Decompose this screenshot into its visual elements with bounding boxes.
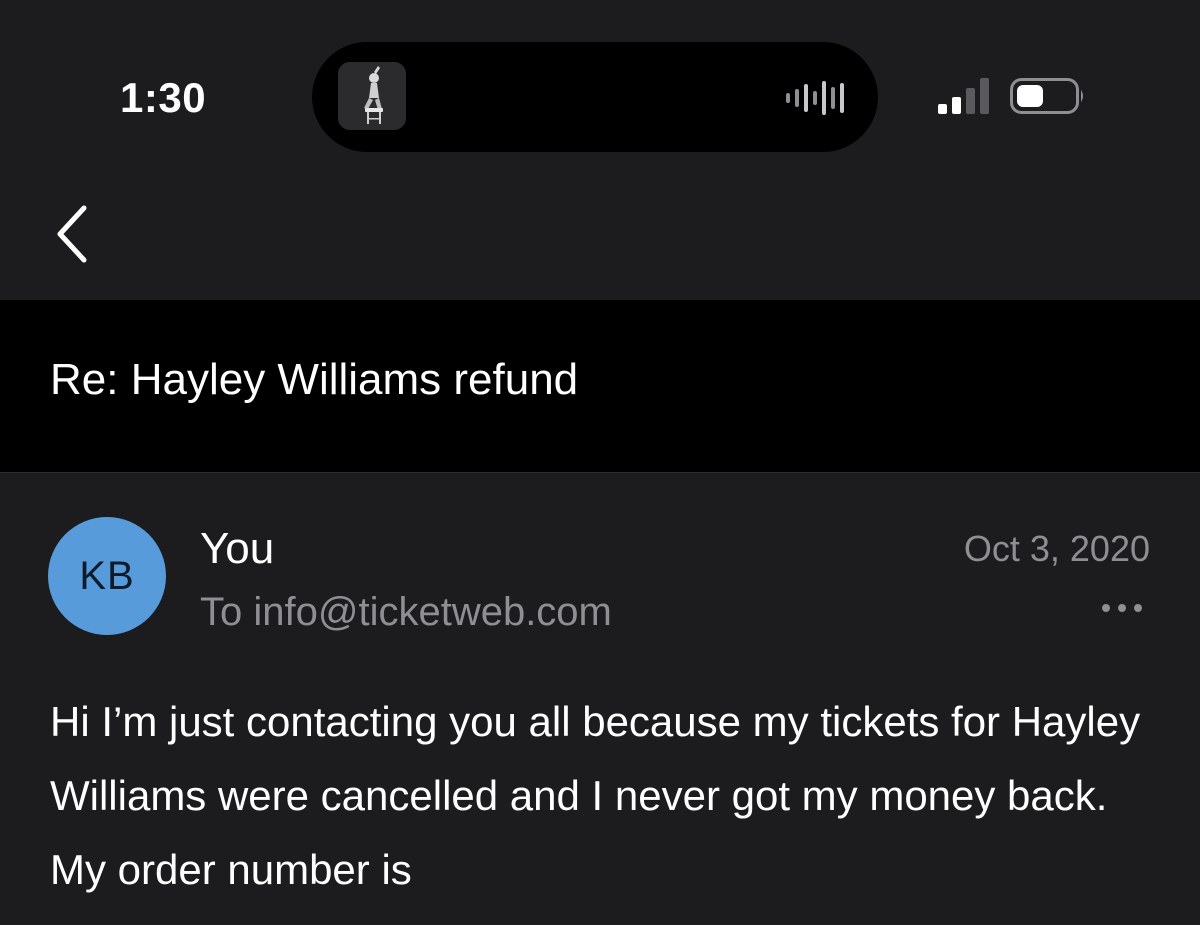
dynamic-island[interactable] <box>312 42 878 152</box>
status-bar: 1:30 <box>0 0 1200 180</box>
more-options-button[interactable] <box>1098 593 1146 623</box>
email-body: Hi I’m just contacting you all because m… <box>50 698 1141 893</box>
waveform-icon <box>786 81 844 115</box>
avatar[interactable]: KB <box>48 517 166 635</box>
album-art-icon[interactable] <box>338 62 406 130</box>
message-date: Oct 3, 2020 <box>963 528 1150 569</box>
chevron-left-icon <box>57 205 87 263</box>
email-subject: Re: Hayley Williams refund <box>50 355 579 404</box>
battery-icon <box>1010 78 1083 114</box>
recipient-line[interactable]: To info@ticketweb.com <box>200 587 612 637</box>
email-screen: 1:30 Re: Hayley Williams refund KB You T… <box>0 0 1200 925</box>
cellular-signal-icon <box>938 78 989 114</box>
avatar-initials: KB <box>79 553 135 598</box>
subject-header: Re: Hayley Williams refund <box>0 300 1200 473</box>
ellipsis-icon <box>1102 604 1142 612</box>
status-time: 1:30 <box>120 74 207 121</box>
email-message: KB You To info@ticketweb.com Oct 3, 2020… <box>0 473 1200 925</box>
sender-name[interactable]: You <box>200 523 274 575</box>
back-button[interactable] <box>46 198 106 270</box>
